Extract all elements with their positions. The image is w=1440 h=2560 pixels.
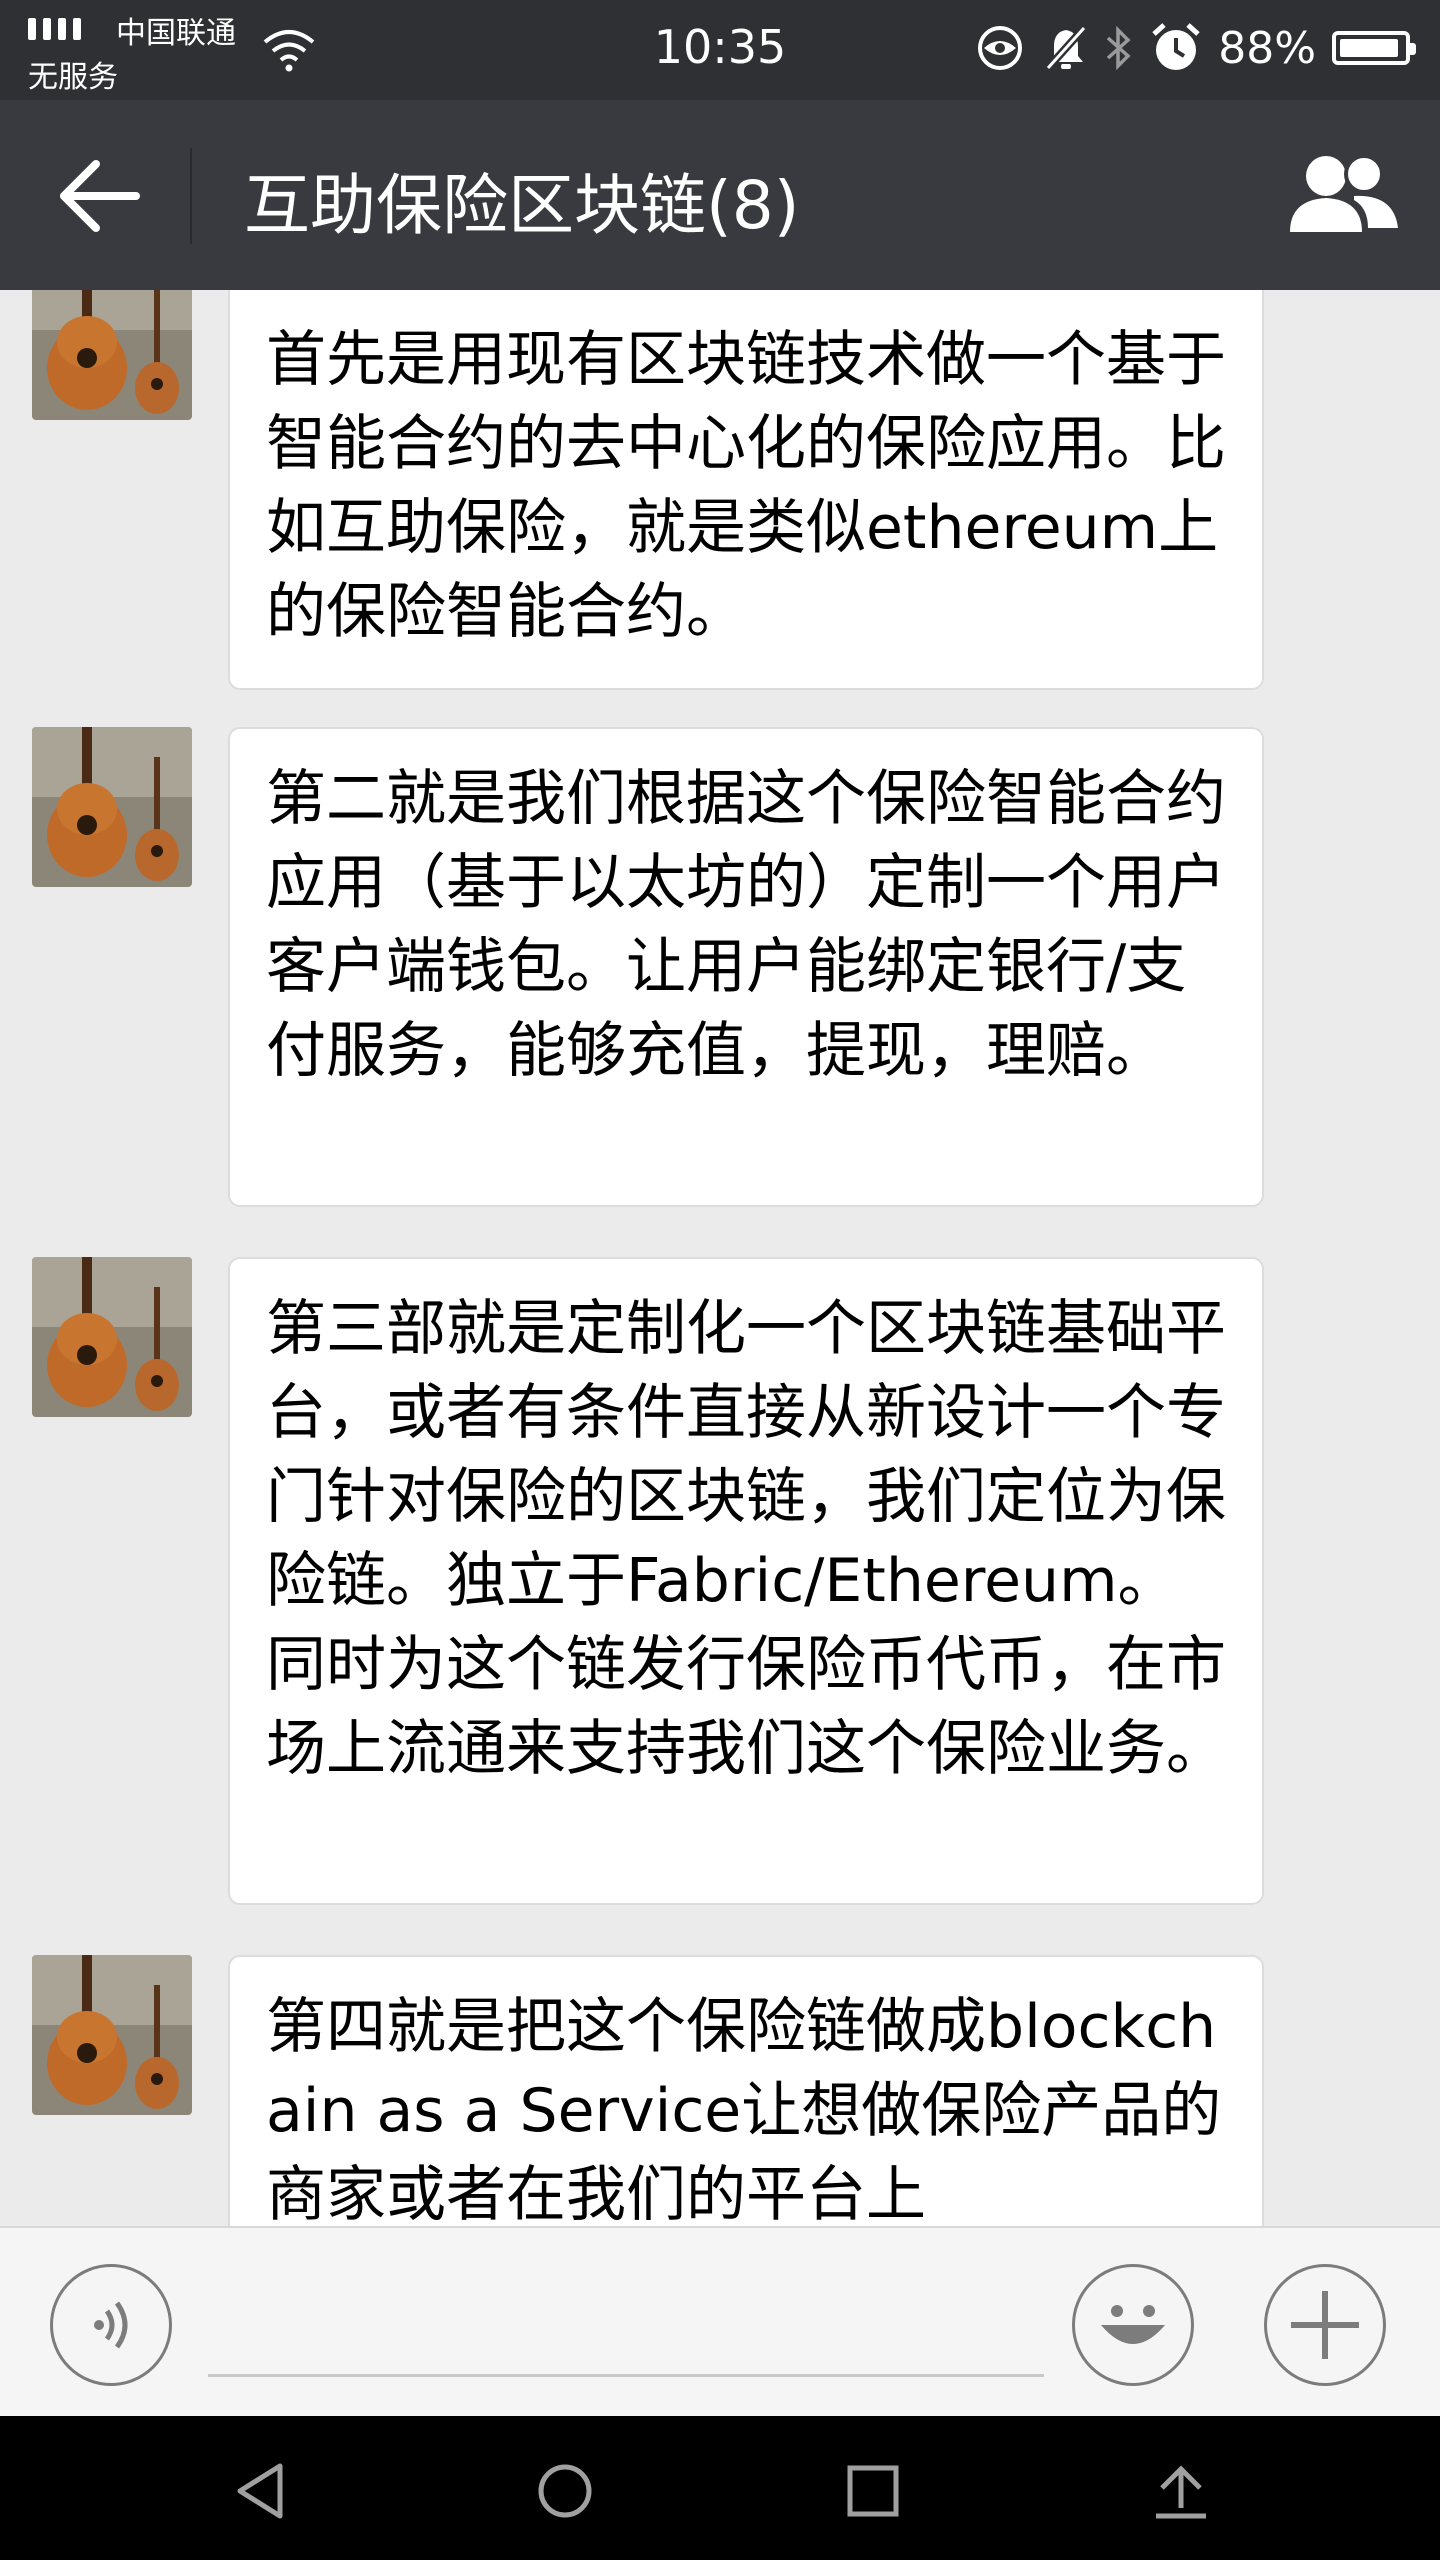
chat-title: 互助保险区块链(8) bbox=[244, 167, 800, 244]
title-divider bbox=[190, 148, 192, 244]
battery-percent: 88% bbox=[1218, 22, 1316, 74]
chat-area[interactable]: 首先是用现有区块链技术做一个基于智能合约的去中心化的保险应用。比如互助保险，就是… bbox=[0, 290, 1440, 2226]
message-text: 第四就是把这个保险链做成blockchain as a Service让想做保险… bbox=[266, 1992, 1222, 2226]
back-triangle-icon[interactable] bbox=[228, 2458, 294, 2524]
message-bubble[interactable]: 首先是用现有区块链技术做一个基于智能合约的去中心化的保险应用。比如互助保险，就是… bbox=[228, 290, 1264, 690]
message-bubble[interactable]: 第二就是我们根据这个保险智能合约应用（基于以太坊的）定制一个用户客户端钱包。让用… bbox=[228, 727, 1264, 1207]
message-text: 第二就是我们根据这个保险智能合约应用（基于以太坊的）定制一个用户客户端钱包。让用… bbox=[266, 764, 1226, 1086]
upload-arrow-icon[interactable] bbox=[1148, 2458, 1214, 2524]
alarm-clock-icon bbox=[1152, 23, 1200, 70]
group-members-icon[interactable] bbox=[1284, 150, 1404, 240]
home-circle-icon[interactable] bbox=[532, 2458, 598, 2524]
message-bubble[interactable]: 第三部就是定制化一个区块链基础平台，或者有条件直接从新设计一个专门针对保险的区块… bbox=[228, 1257, 1264, 1905]
bluetooth-icon bbox=[1107, 25, 1131, 71]
message-bubble[interactable]: 第四就是把这个保险链做成blockchain as a Service让想做保险… bbox=[228, 1955, 1264, 2226]
avatar[interactable] bbox=[32, 1955, 192, 2115]
plus-icon bbox=[1291, 2291, 1359, 2359]
avatar[interactable] bbox=[32, 290, 192, 420]
avatar[interactable] bbox=[32, 1257, 192, 1417]
eye-protection-icon bbox=[978, 26, 1023, 70]
emoji-button[interactable] bbox=[1072, 2264, 1194, 2386]
voice-input-button[interactable] bbox=[50, 2264, 172, 2386]
voice-input-icon bbox=[94, 2301, 128, 2349]
emoji-icon bbox=[1101, 2305, 1165, 2344]
message-input[interactable] bbox=[208, 2294, 1044, 2377]
system-navigation-bar bbox=[0, 2416, 1440, 2560]
message-text: 第三部就是定制化一个区块链基础平台，或者有条件直接从新设计一个专门针对保险的区块… bbox=[266, 1294, 1226, 1784]
mute-notification-icon bbox=[1045, 25, 1088, 71]
title-bar: 互助保险区块链(8) bbox=[0, 100, 1440, 290]
avatar[interactable] bbox=[32, 727, 192, 887]
battery-icon bbox=[1332, 31, 1416, 65]
recent-apps-square-icon[interactable] bbox=[840, 2458, 906, 2524]
input-bar bbox=[0, 2226, 1440, 2416]
status-bar: 中国联通 无服务 10:35 88% bbox=[0, 0, 1440, 100]
back-arrow-icon[interactable] bbox=[56, 156, 146, 236]
more-button[interactable] bbox=[1264, 2264, 1386, 2386]
message-text: 首先是用现有区块链技术做一个基于智能合约的去中心化的保险应用。比如互助保险，就是… bbox=[266, 325, 1226, 647]
